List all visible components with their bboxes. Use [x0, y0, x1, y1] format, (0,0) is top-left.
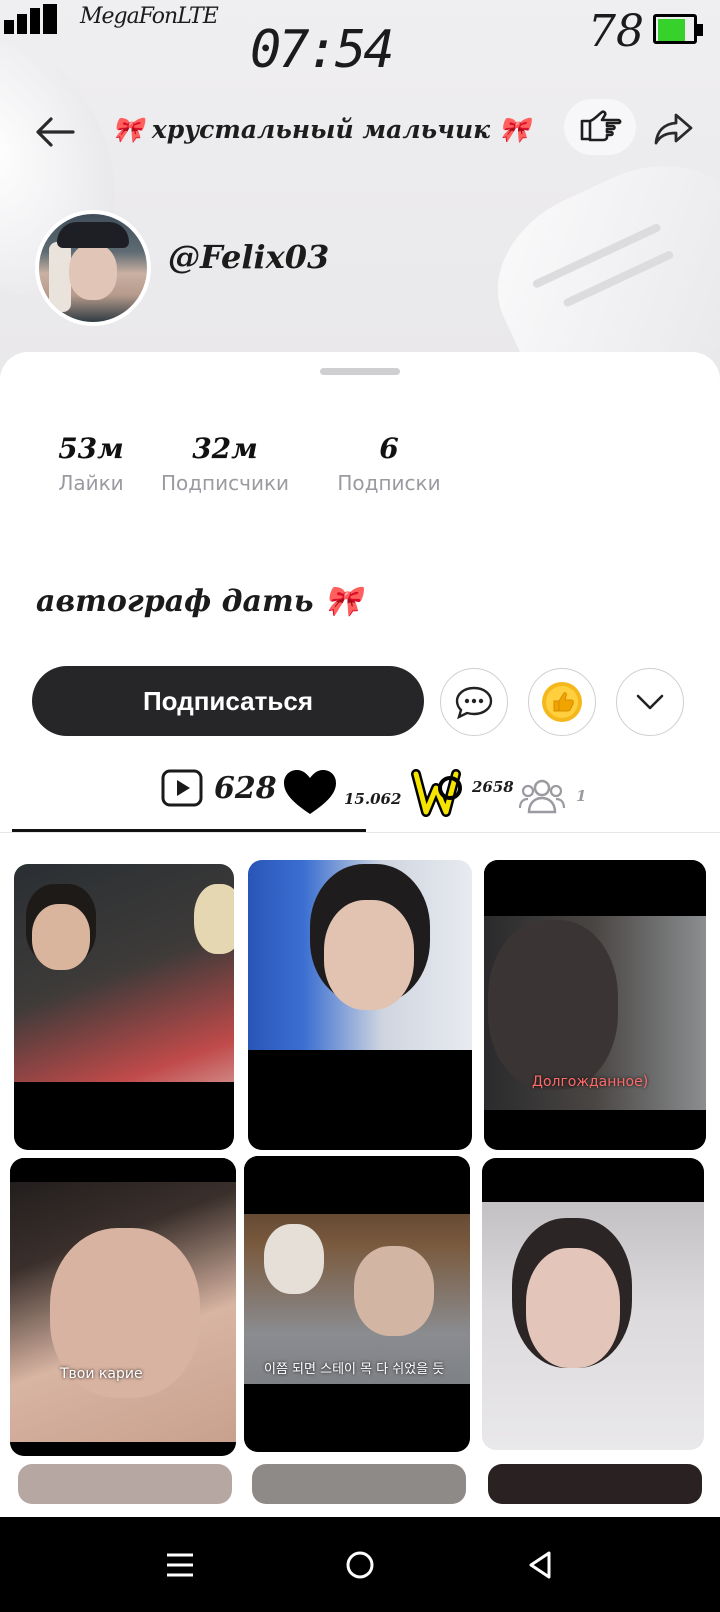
- stat-label: Подписчики: [160, 471, 290, 495]
- stat-following[interactable]: 6 Подписки: [328, 432, 450, 495]
- carrier-label: MegaFonLTE: [80, 4, 219, 29]
- signal-icon: [4, 4, 57, 34]
- back-button[interactable]: [30, 107, 80, 157]
- stat-likes[interactable]: 53м Лайки: [36, 432, 146, 495]
- videos-count: 628: [214, 770, 277, 806]
- heart-icon: [284, 770, 336, 814]
- pointing-hand-icon: [580, 110, 622, 142]
- battery-level: 78: [588, 6, 644, 57]
- video-thumbnail[interactable]: Долгожданное): [484, 860, 706, 1150]
- coin-button[interactable]: [528, 668, 596, 736]
- likes-count: 15.062: [344, 790, 402, 808]
- video-thumbnail[interactable]: [18, 1464, 232, 1504]
- tab-groups[interactable]: 1: [518, 776, 586, 816]
- stat-value: 32м: [192, 432, 258, 465]
- video-caption: 이쯤 되면 스테이 목 다 쉬었을 듯: [264, 1362, 445, 1377]
- stat-label: Лайки: [58, 471, 124, 495]
- home-button[interactable]: [340, 1545, 380, 1585]
- battery-icon: [653, 14, 703, 44]
- video-thumbnail[interactable]: [14, 864, 234, 1150]
- video-grid: Долгожданное) Твои карие 이쯤 되면 스테이 목 다 쉬…: [0, 860, 720, 1504]
- point-button[interactable]: [564, 99, 636, 155]
- battery-fill: [658, 19, 685, 41]
- tab-liked[interactable]: 15.062: [282, 768, 401, 816]
- page-title: 🎀 хрустальный мальчик 🎀: [112, 115, 530, 144]
- follow-button[interactable]: Подписаться: [32, 666, 424, 736]
- stat-label: Подписки: [337, 471, 441, 495]
- top-bar: 🎀 хрустальный мальчик 🎀: [0, 95, 720, 165]
- video-thumbnail[interactable]: [248, 860, 472, 1150]
- video-thumbnail[interactable]: 이쯤 되면 스테이 목 다 쉬었을 듯: [244, 1156, 470, 1452]
- video-thumbnail[interactable]: Твои карие: [10, 1158, 236, 1456]
- profile-sheet: 53м Лайки 32м Подписчики 6 Подписки авто…: [0, 352, 720, 1522]
- tab-videos[interactable]: 628: [160, 768, 277, 808]
- tabs-divider: [0, 832, 720, 833]
- avatar[interactable]: [35, 210, 151, 326]
- play-icon: [161, 769, 203, 807]
- tab-stickers[interactable]: 2658: [410, 764, 514, 822]
- back-triangle-icon: [529, 1551, 551, 1579]
- video-caption: Твои карие: [60, 1366, 143, 1382]
- system-back-button[interactable]: [520, 1545, 560, 1585]
- avatar-image: [39, 214, 147, 322]
- arrow-left-icon: [36, 117, 75, 147]
- stat-followers[interactable]: 32м Подписчики: [152, 432, 298, 495]
- message-button[interactable]: [440, 668, 508, 736]
- status-bar: MegaFonLTE 07:54 78: [0, 0, 720, 80]
- chat-bubble-icon: [455, 686, 493, 720]
- username: @Felix03: [168, 238, 330, 276]
- menu-icon: [167, 1553, 193, 1577]
- system-nav-bar: [0, 1517, 720, 1612]
- home-circle-icon: [346, 1551, 374, 1579]
- share-arrow-icon: [654, 113, 693, 145]
- clock: 07:54: [250, 20, 395, 80]
- video-thumbnail[interactable]: [482, 1158, 704, 1450]
- chevron-down-icon: [636, 694, 664, 710]
- video-caption: Долгожданное): [532, 1074, 649, 1090]
- share-button[interactable]: [650, 105, 698, 153]
- video-thumbnail[interactable]: [252, 1464, 466, 1504]
- video-thumbnail[interactable]: [488, 1464, 702, 1504]
- coin-thumb-icon: [542, 682, 582, 722]
- bio: автограф дать 🎀: [36, 584, 362, 619]
- stat-value: 6: [379, 432, 399, 465]
- sticker-count: 2658: [472, 778, 514, 796]
- drag-handle[interactable]: [320, 368, 400, 375]
- recent-apps-button[interactable]: [160, 1545, 200, 1585]
- stat-value: 53м: [58, 432, 124, 465]
- more-dropdown-button[interactable]: [616, 668, 684, 736]
- groups-count: 1: [576, 787, 587, 805]
- sticker-logo-icon: [411, 769, 462, 817]
- group-icon: [518, 779, 566, 814]
